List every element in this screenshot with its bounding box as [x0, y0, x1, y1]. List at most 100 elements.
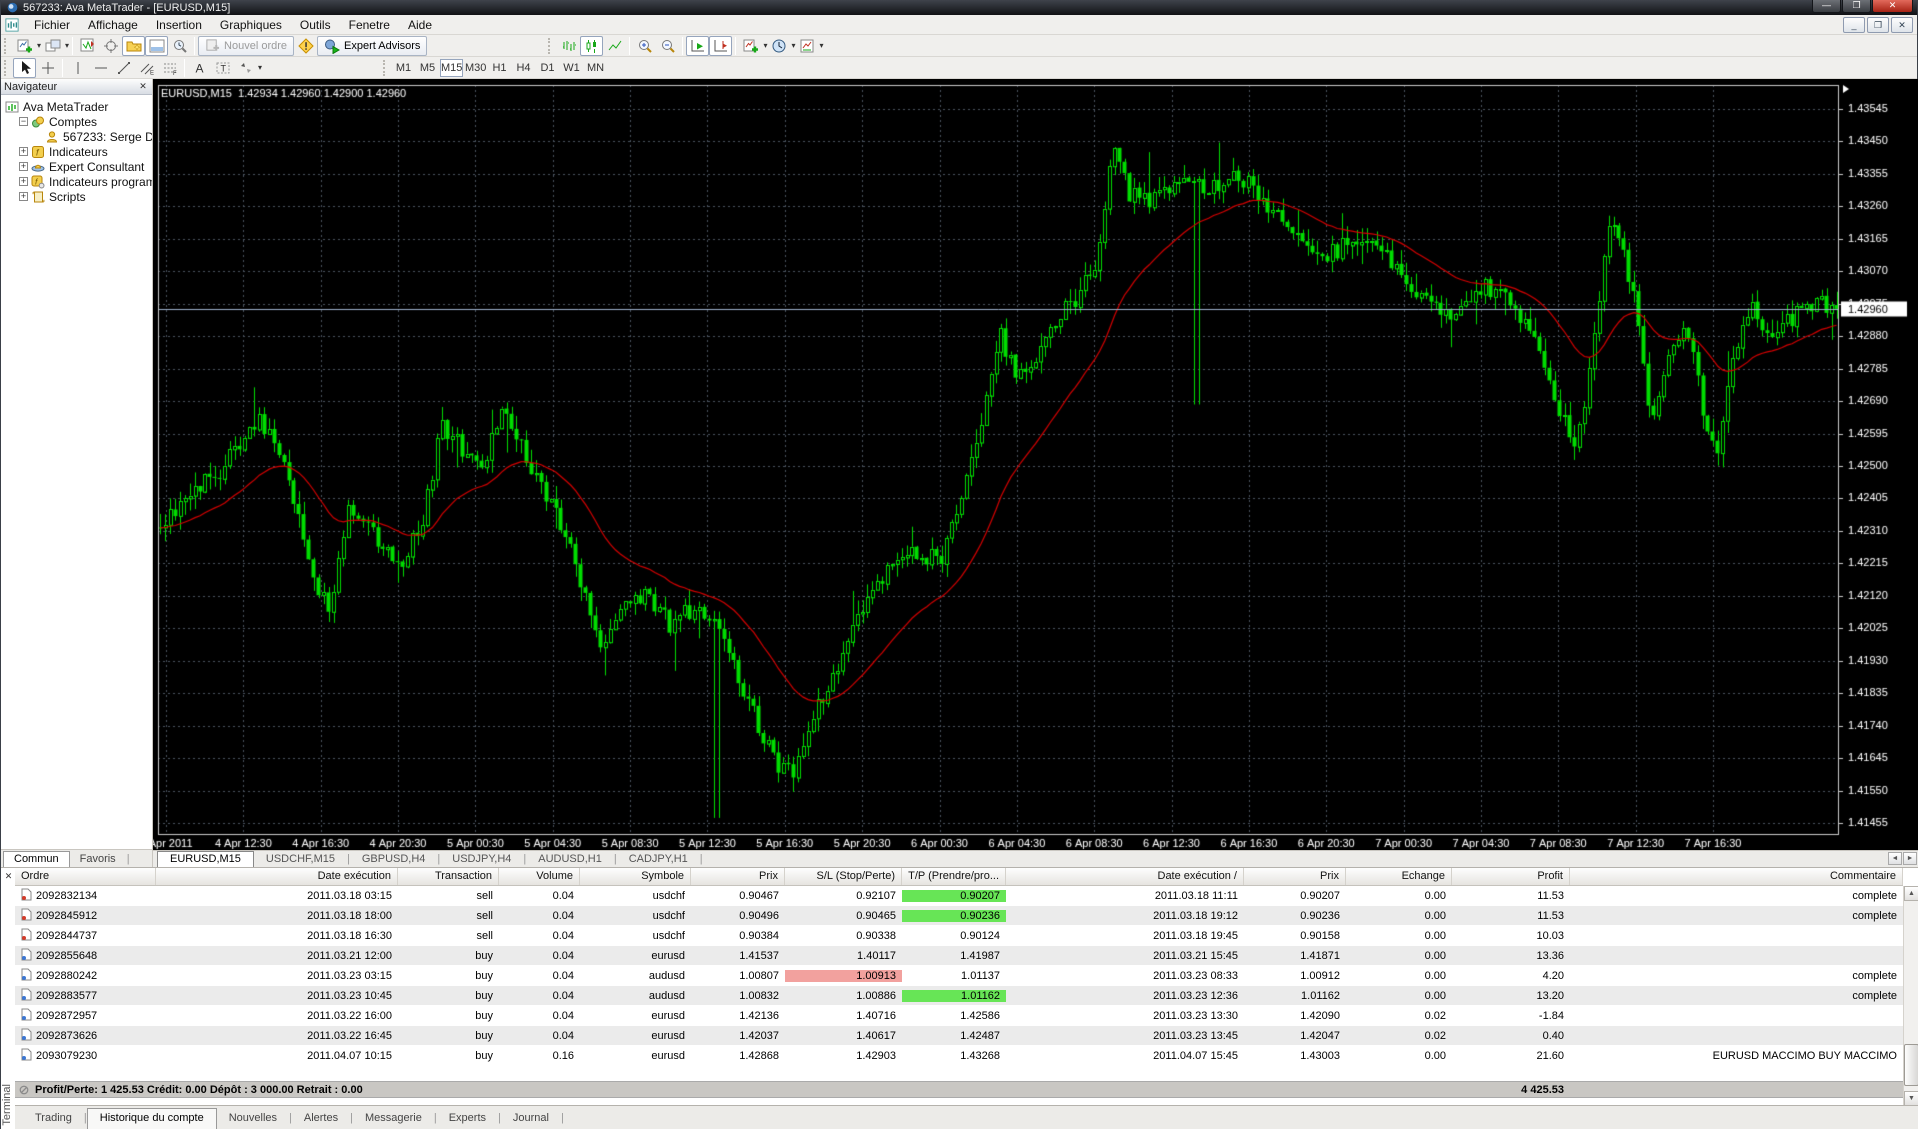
column-header-11[interactable]: Profit: [1452, 868, 1570, 885]
column-header-10[interactable]: Echange: [1346, 868, 1452, 885]
vertical-line-tool[interactable]: [66, 58, 89, 78]
table-row[interactable]: 2092872957 2011.03.22 16:00 buy 0.04 eurusd 1…: [15, 1006, 1903, 1026]
terminal-tab-alertes[interactable]: Alertes: [292, 1109, 350, 1129]
menu-graphiques[interactable]: Graphiques: [211, 16, 291, 34]
chart-tabs-scroll-right-icon[interactable]: ►: [1903, 852, 1917, 865]
auto-scroll-button[interactable]: [686, 35, 710, 56]
table-row[interactable]: 2092845912 2011.03.18 18:00 sell 0.04 usdchf…: [15, 906, 1903, 926]
cursor-tool-button[interactable]: [13, 57, 36, 78]
column-header-9[interactable]: Prix: [1244, 868, 1346, 885]
text-label-tool[interactable]: T: [211, 58, 234, 78]
expert-advisors-button[interactable]: Expert Advisors: [317, 35, 428, 56]
expand-plus-icon[interactable]: +: [19, 192, 28, 201]
minimize-button[interactable]: —: [1812, 0, 1841, 13]
tree-item-expert-consultant[interactable]: + Expert Consultant: [1, 159, 152, 174]
timeframe-m30-button[interactable]: M30: [464, 59, 487, 77]
timeframe-h1-button[interactable]: H1: [488, 59, 511, 77]
profiles-dropdown[interactable]: ▾: [65, 41, 69, 50]
column-header-12[interactable]: Commentaire: [1570, 868, 1903, 885]
column-header-6[interactable]: S/L (Stop/Perte): [785, 868, 902, 885]
menu-fenetre[interactable]: Fenetre: [340, 16, 399, 34]
terminal-tab-historique-du-compte[interactable]: Historique du compte: [86, 1108, 217, 1129]
chart-tab-usdchf-m15[interactable]: USDCHF,M15: [254, 852, 347, 867]
column-header-2[interactable]: Transaction: [398, 868, 499, 885]
chart-tab-eurusd-m15[interactable]: EURUSD,M15: [157, 851, 254, 867]
navigator-close-icon[interactable]: ✕: [137, 81, 149, 93]
chart-shift-button[interactable]: [709, 35, 733, 56]
tree-item-ava-metatrader[interactable]: Ava MetaTrader: [1, 99, 152, 114]
crosshair-window-button[interactable]: [99, 36, 122, 56]
timeframe-d1-button[interactable]: D1: [536, 59, 559, 77]
expand-plus-icon[interactable]: +: [19, 147, 28, 156]
trendline-tool[interactable]: [112, 58, 135, 78]
navigator-toggle-button[interactable]: [122, 35, 146, 56]
maximize-button[interactable]: ❐: [1842, 0, 1871, 13]
periods-button[interactable]: [767, 36, 790, 56]
bar-chart-button[interactable]: [557, 36, 580, 56]
timeframe-m1-button[interactable]: M1: [392, 59, 415, 77]
crosshair-tool-button[interactable]: [36, 58, 59, 78]
chart-tab-gbpusd-h4[interactable]: GBPUSD,H4: [350, 852, 438, 867]
column-header-0[interactable]: Ordre: [15, 868, 156, 885]
zoom-in-icon[interactable]: [633, 36, 656, 56]
chart-tab-audusd-h1[interactable]: AUDUSD,H1: [526, 852, 614, 867]
template-button[interactable]: [795, 36, 818, 56]
toolbar-grip[interactable]: [383, 59, 388, 76]
table-row[interactable]: 2092844737 2011.03.18 16:30 sell 0.04 usdchf…: [15, 926, 1903, 946]
candlestick-chart-button[interactable]: [580, 35, 604, 56]
terminal-close-icon[interactable]: ✕: [3, 871, 14, 882]
text-tool[interactable]: A: [188, 58, 211, 78]
timeframe-m15-button[interactable]: M15: [440, 58, 464, 77]
horizontal-line-tool[interactable]: [89, 58, 112, 78]
table-row[interactable]: 2092880242 2011.03.23 03:15 buy 0.04 audusd 1…: [15, 966, 1903, 986]
channel-tool[interactable]: E: [135, 58, 158, 78]
table-row[interactable]: 2092883577 2011.03.23 10:45 buy 0.04 audusd 1…: [15, 986, 1903, 1006]
template-dropdown[interactable]: ▾: [819, 41, 823, 50]
tree-item-scripts[interactable]: + Scripts: [1, 189, 152, 204]
toolbar-grip[interactable]: [4, 59, 9, 76]
timeframe-w1-button[interactable]: W1: [560, 59, 583, 77]
terminal-tab-messagerie[interactable]: Messagerie: [353, 1109, 434, 1129]
zoom-out-icon[interactable]: [656, 36, 679, 56]
fibonacci-tool[interactable]: F: [158, 58, 181, 78]
terminal-toggle-button[interactable]: [145, 35, 169, 56]
add-indicator-button[interactable]: [739, 36, 762, 56]
scroll-up-icon[interactable]: ▲: [1904, 886, 1918, 901]
column-header-5[interactable]: Prix: [691, 868, 785, 885]
table-row[interactable]: 2092855648 2011.03.21 12:00 buy 0.04 eurusd 1…: [15, 946, 1903, 966]
terminal-tab-trading[interactable]: Trading: [23, 1109, 84, 1129]
column-header-3[interactable]: Volume: [499, 868, 580, 885]
navigator-tab-commun[interactable]: Commun: [3, 851, 70, 867]
line-chart-button[interactable]: [603, 36, 626, 56]
close-button[interactable]: ✕: [1872, 0, 1913, 13]
menu-aide[interactable]: Aide: [399, 16, 441, 34]
scroll-down-icon[interactable]: ▼: [1904, 1091, 1918, 1106]
terminal-tab-nouvelles[interactable]: Nouvelles: [217, 1109, 289, 1129]
navigator-tab-favoris[interactable]: Favoris: [70, 852, 126, 867]
strategy-tester-button[interactable]: [168, 36, 191, 56]
table-row[interactable]: 2093079230 2011.04.07 10:15 buy 0.16 eurusd 1…: [15, 1046, 1903, 1066]
toolbar-grip[interactable]: [4, 37, 9, 54]
toolbar-grip[interactable]: [548, 37, 553, 54]
tree-item-567233-serge-demou[interactable]: 567233: Serge Demou: [1, 129, 152, 144]
timeframe-h4-button[interactable]: H4: [512, 59, 535, 77]
child-close-button[interactable]: ✕: [1891, 17, 1913, 33]
market-watch-button[interactable]: [76, 36, 99, 56]
chart-tab-usdjpy-h4[interactable]: USDJPY,H4: [440, 852, 523, 867]
tree-item-indicateurs[interactable]: + f Indicateurs: [1, 144, 152, 159]
menu-outils[interactable]: Outils: [291, 16, 340, 34]
chart-tab-cadjpy-h1[interactable]: CADJPY,H1: [617, 852, 700, 867]
arrows-dropdown[interactable]: ▾: [258, 63, 262, 72]
tree-item-indicateurs-programm-s[interactable]: +f Indicateurs programmés: [1, 174, 152, 189]
child-restore-button[interactable]: ❐: [1867, 17, 1889, 33]
scrollbar-thumb[interactable]: [1904, 1044, 1918, 1086]
expand-plus-icon[interactable]: +: [19, 177, 28, 186]
table-row[interactable]: 2092873626 2011.03.22 16:45 buy 0.04 eurusd 1…: [15, 1026, 1903, 1046]
child-minimize-button[interactable]: _: [1843, 17, 1865, 33]
expand-plus-icon[interactable]: +: [19, 162, 28, 171]
profiles-button[interactable]: [41, 36, 64, 56]
timeframe-m5-button[interactable]: M5: [416, 59, 439, 77]
column-header-1[interactable]: Date exécution: [156, 868, 398, 885]
terminal-tab-journal[interactable]: Journal: [501, 1109, 561, 1129]
menu-affichage[interactable]: Affichage: [79, 16, 147, 34]
